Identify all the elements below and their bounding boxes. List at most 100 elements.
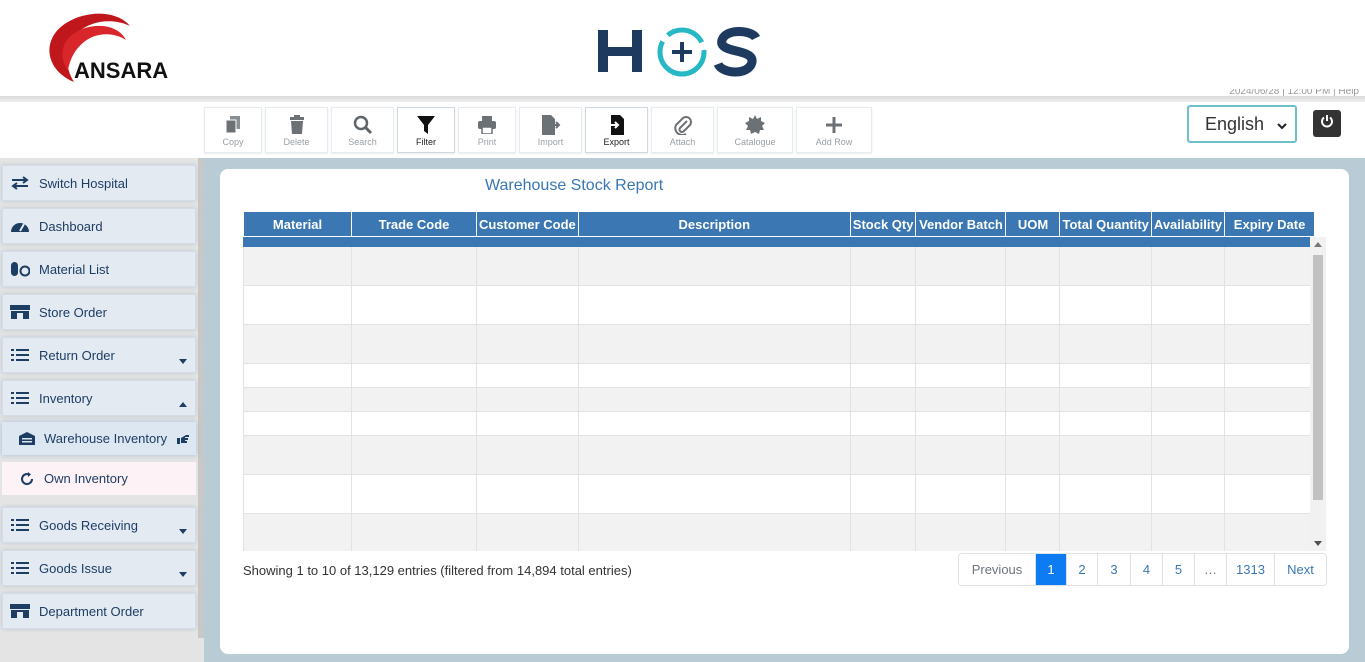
hos-logo xyxy=(598,27,761,77)
column-header-vendor-batch[interactable]: Vendor Batch xyxy=(915,211,1007,237)
pagination-page[interactable]: 3 xyxy=(1097,554,1130,585)
table-row[interactable] xyxy=(243,474,1316,514)
delete-button[interactable]: Delete xyxy=(265,107,328,153)
filter-button[interactable]: Filter xyxy=(397,107,455,153)
column-header-trade-code[interactable]: Trade Code xyxy=(351,211,477,237)
catalogue-button[interactable]: Catalogue xyxy=(717,107,793,153)
table-cell xyxy=(476,387,579,412)
table-cell xyxy=(1150,411,1226,436)
table-cell xyxy=(577,285,851,325)
header-divider xyxy=(0,96,1365,102)
table-cell xyxy=(351,246,477,286)
sidebar-item-dashboard[interactable]: Dashboard xyxy=(2,208,196,244)
sidebar-item-goods-issue[interactable]: Goods Issue xyxy=(2,550,196,586)
table-row[interactable] xyxy=(243,435,1316,475)
pagination: Previous 1 2 3 4 5 … 1313 Next xyxy=(958,553,1327,586)
language-select[interactable]: English xyxy=(1187,105,1297,143)
pagination-page[interactable]: 1313 xyxy=(1226,554,1274,585)
table-row[interactable] xyxy=(243,363,1316,388)
sidebar-item-material-list[interactable]: Material List xyxy=(2,251,196,287)
table-row[interactable] xyxy=(243,285,1316,325)
print-label: Print xyxy=(477,136,497,147)
table-cell xyxy=(1059,411,1152,436)
table-scrollbar[interactable] xyxy=(1310,237,1326,551)
sidebar-item-store-order[interactable]: Store Order xyxy=(2,294,196,330)
filter-icon xyxy=(416,114,436,136)
table-cell xyxy=(915,513,1007,551)
sidebar-item-label: Return Order xyxy=(39,347,115,363)
sidebar-subitem-own-inventory[interactable]: Own Inventory xyxy=(2,462,196,495)
sidebar-item-goods-receiving[interactable]: Goods Receiving xyxy=(2,507,196,543)
table-cell xyxy=(915,474,1007,514)
table-cell xyxy=(1005,363,1061,388)
scroll-down-icon[interactable] xyxy=(1314,541,1322,546)
add-row-button[interactable]: Add Row xyxy=(796,107,872,153)
table-cell xyxy=(1224,387,1316,412)
table-row[interactable] xyxy=(243,411,1316,436)
print-button[interactable]: Print xyxy=(458,107,516,153)
table-cell xyxy=(476,435,579,475)
sidebar-subitem-warehouse-inventory[interactable]: Warehouse Inventory xyxy=(2,422,196,455)
table-cell xyxy=(577,513,851,551)
table-row[interactable] xyxy=(243,387,1316,412)
scrollbar-thumb[interactable] xyxy=(1313,255,1323,500)
caret-up-icon xyxy=(179,395,187,410)
column-header-uom[interactable]: UOM xyxy=(1005,211,1061,237)
sidebar-item-switch-hospital[interactable]: Switch Hospital xyxy=(2,165,196,201)
sidebar-item-return-order[interactable]: Return Order xyxy=(2,337,196,373)
column-header-availability[interactable]: Availability xyxy=(1150,211,1226,237)
pagination-page[interactable]: 2 xyxy=(1066,554,1097,585)
app-header: ANSARA 2024/06/28 | 12:00 PM | Help xyxy=(0,0,1365,97)
column-header-expiry-date[interactable]: Expiry Date xyxy=(1224,211,1316,237)
table-cell xyxy=(476,411,579,436)
table-cell xyxy=(1059,513,1152,551)
sidebar: Switch Hospital Dashboard Material List … xyxy=(0,158,204,662)
pagination-page[interactable]: 1 xyxy=(1035,554,1066,585)
sidebar-item-department-order[interactable]: Department Order xyxy=(2,593,196,629)
table-row[interactable] xyxy=(243,324,1316,364)
table-cell xyxy=(476,513,579,551)
copy-button[interactable]: Copy xyxy=(204,107,262,153)
delete-label: Delete xyxy=(283,136,310,147)
power-icon xyxy=(1320,114,1334,133)
table-cell xyxy=(1005,411,1061,436)
column-header-material[interactable]: Material xyxy=(243,211,352,237)
pagination-previous[interactable]: Previous xyxy=(959,554,1035,585)
pagination-page[interactable]: 5 xyxy=(1162,554,1194,585)
badge-icon xyxy=(745,114,765,136)
table-cell xyxy=(243,411,352,436)
table-row[interactable] xyxy=(243,246,1316,286)
column-header-customer-code[interactable]: Customer Code xyxy=(476,211,579,237)
attach-button[interactable]: Attach xyxy=(651,107,714,153)
import-button[interactable]: Import xyxy=(519,107,582,153)
table-cell xyxy=(577,246,851,286)
table-row[interactable] xyxy=(243,513,1316,551)
export-button[interactable]: Export xyxy=(585,107,648,153)
scroll-up-icon[interactable] xyxy=(1314,242,1322,247)
table-info: Showing 1 to 10 of 13,129 entries (filte… xyxy=(243,563,632,578)
export-label: Export xyxy=(603,136,630,147)
table-cell xyxy=(476,363,579,388)
column-header-stock-qty[interactable]: Stock Qty xyxy=(849,211,917,237)
dashboard-gauge-icon xyxy=(9,218,31,234)
table-cell xyxy=(243,513,352,551)
table-cell xyxy=(1150,324,1226,364)
table-cell xyxy=(849,474,917,514)
table-cell xyxy=(915,387,1007,412)
sidebar-item-inventory[interactable]: Inventory xyxy=(2,380,196,416)
table-cell xyxy=(1059,324,1152,364)
column-header-description[interactable]: Description xyxy=(577,211,851,237)
logout-button[interactable] xyxy=(1313,110,1341,137)
column-header-total-quantity[interactable]: Total Quantity xyxy=(1059,211,1152,237)
table-cell xyxy=(1059,387,1152,412)
table-cell xyxy=(849,387,917,412)
table-cell xyxy=(849,513,917,551)
search-button[interactable]: Search xyxy=(331,107,394,153)
search-icon xyxy=(353,114,373,136)
attach-label: Attach xyxy=(669,136,696,147)
pagination-page[interactable]: 4 xyxy=(1130,554,1162,585)
table-cell xyxy=(1059,246,1152,286)
pagination-next[interactable]: Next xyxy=(1274,554,1326,585)
table-cell xyxy=(243,387,352,412)
table-cell xyxy=(849,363,917,388)
